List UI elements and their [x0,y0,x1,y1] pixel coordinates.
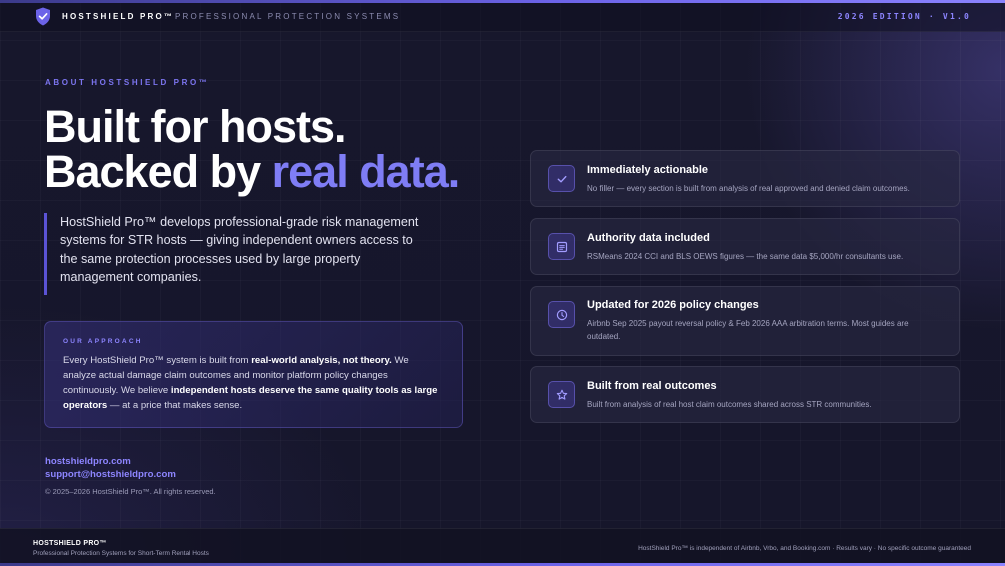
top-header: HOSTSHIELD PRO™ · PROFESSIONAL PROTECTIO… [0,3,1005,32]
feature-title: Built from real outcomes [587,380,717,392]
approach-bold-1: real-world analysis, not theory. [251,355,392,366]
document-icon [548,233,575,260]
approach-text-part-3: — at a price that makes sense. [107,400,243,411]
footer-brand: HOSTSHIELD PRO™ [33,540,107,547]
headline-line-2-prefix: Backed by [44,146,272,197]
check-icon [548,165,575,192]
feature-description: Built from analysis of real host claim o… [587,400,872,409]
footer-subtitle: Professional Protection Systems for Shor… [33,550,209,557]
headline-accent: real data. [271,146,461,197]
feature-card-authority-data: Authority data included RSMeans 2024 CCI… [530,218,960,275]
approach-text: Every HostShield Pro™ system is built fr… [63,353,444,413]
feature-description: No filler — every section is built from … [587,184,910,193]
feature-title: Immediately actionable [587,164,709,176]
feature-description: RSMeans 2024 CCI and BLS OEWS figures — … [587,252,904,261]
shield-check-icon[interactable] [35,7,51,26]
feature-title: Authority data included [587,232,710,244]
page-headline: Built for hosts. Backed by real data. [44,101,461,197]
page-footer: HOSTSHIELD PRO™ Professional Protection … [0,528,1005,563]
edition-badge: 2026 EDITION · V1.0 [837,12,971,21]
feature-card-actionable: Immediately actionable No filler — every… [530,150,960,207]
clock-icon [548,301,575,328]
brand-separator: · [159,12,162,21]
copyright-text: © 2025–2026 HostShield Pro™. All rights … [45,487,216,496]
website-link[interactable]: hostshieldpro.com [45,455,176,468]
section-eyebrow: ABOUT HOSTSHIELD PRO™ [45,78,210,87]
intro-block: HostShield Pro™ develops professional-gr… [44,213,424,295]
headline-line-1: Built for hosts. [44,101,346,152]
feature-description: Airbnb Sep 2025 payout reversal policy &… [587,319,909,341]
contact-links: hostshieldpro.com support@hostshieldpro.… [45,455,176,481]
feature-title: Updated for 2026 policy changes [587,299,759,311]
brand-name[interactable]: HOSTSHIELD PRO™ [62,12,174,21]
approach-panel: OUR APPROACH Every HostShield Pro™ syste… [44,321,463,428]
footer-disclaimer: HostShield Pro™ is independent of Airbnb… [638,545,971,552]
support-email-link[interactable]: support@hostshieldpro.com [45,468,176,481]
star-icon [548,381,575,408]
intro-text: HostShield Pro™ develops professional-gr… [60,215,419,285]
brand-tagline: PROFESSIONAL PROTECTION SYSTEMS [175,12,401,21]
feature-card-real-outcomes: Built from real outcomes Built from anal… [530,366,960,423]
approach-label: OUR APPROACH [63,338,143,345]
feature-card-policy-changes: Updated for 2026 policy changes Airbnb S… [530,286,960,356]
approach-text-part-1: Every HostShield Pro™ system is built fr… [63,355,252,366]
